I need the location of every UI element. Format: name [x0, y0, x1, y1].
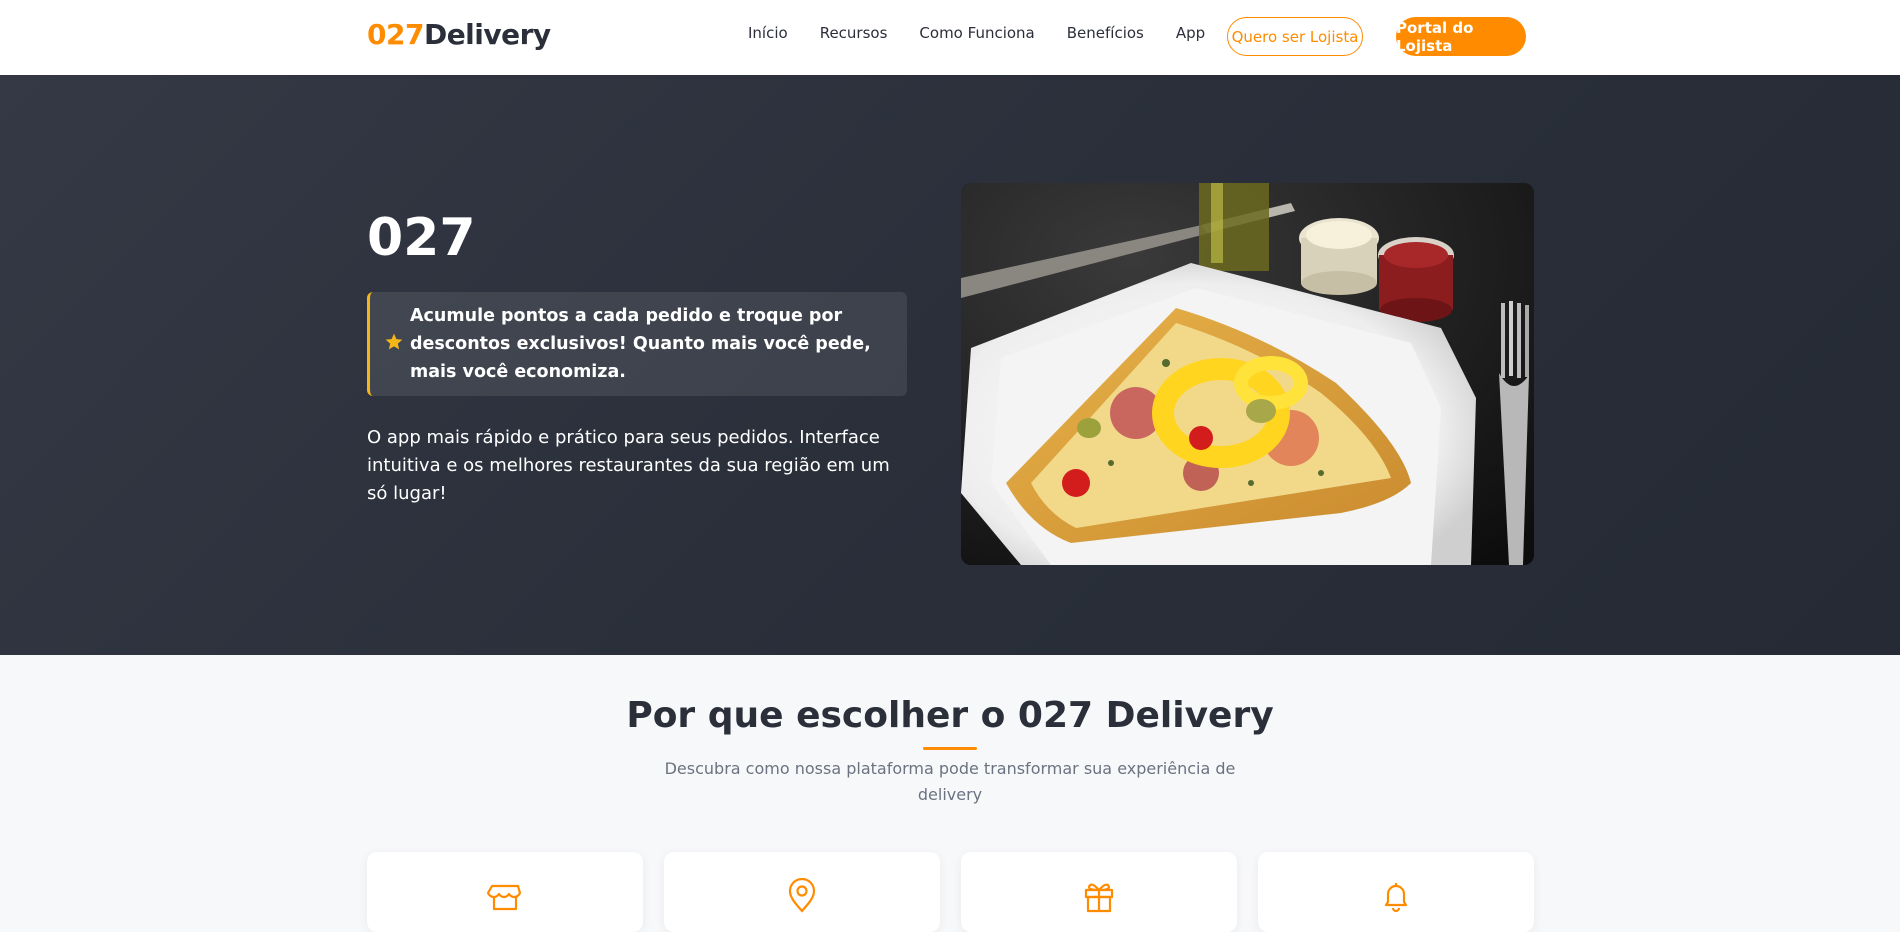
loyalty-promo-box: Acumule pontos a cada pedido e troque po…	[367, 292, 907, 396]
nav-link-inicio[interactable]: Início	[748, 24, 788, 42]
nav-link-beneficios[interactable]: Benefícios	[1067, 24, 1144, 42]
hero-section: 027 Acumule pontos a cada pedido e troqu…	[0, 75, 1900, 655]
hero-title: 027	[367, 208, 476, 268]
pizza-image	[961, 183, 1534, 565]
main-nav: Início Recursos Como Funciona Benefícios…	[748, 24, 1205, 42]
nav-link-recursos[interactable]: Recursos	[820, 24, 888, 42]
section-title: Por que escolher o 027 Delivery	[626, 695, 1274, 736]
store-icon	[487, 884, 522, 911]
hero-description: O app mais rápido e prático para seus pe…	[367, 427, 890, 504]
feature-card-location	[664, 852, 940, 932]
logo-accent: 027	[367, 18, 424, 51]
location-pin-icon	[788, 878, 816, 913]
merchant-portal-button[interactable]: Portal do Lojista	[1396, 17, 1526, 56]
gift-icon	[1084, 883, 1114, 913]
logo[interactable]: 027Delivery	[367, 18, 551, 51]
feature-card-store	[367, 852, 643, 932]
promo-text: Acumule pontos a cada pedido e troque po…	[410, 306, 871, 382]
feature-card-gift	[961, 852, 1237, 932]
section-subtitle: Descubra como nossa plataforma pode tran…	[664, 759, 1236, 804]
star-icon	[385, 333, 403, 350]
nav-link-como-funciona[interactable]: Como Funciona	[919, 24, 1034, 42]
bell-icon	[1384, 883, 1408, 913]
site-header: 027Delivery Início Recursos Como Funcion…	[0, 0, 1900, 75]
logo-text: Delivery	[423, 18, 551, 51]
title-underline	[923, 747, 977, 750]
nav-link-app[interactable]: App	[1176, 24, 1205, 42]
feature-card-notification	[1258, 852, 1534, 932]
become-merchant-button[interactable]: Quero ser Lojista	[1227, 17, 1363, 56]
